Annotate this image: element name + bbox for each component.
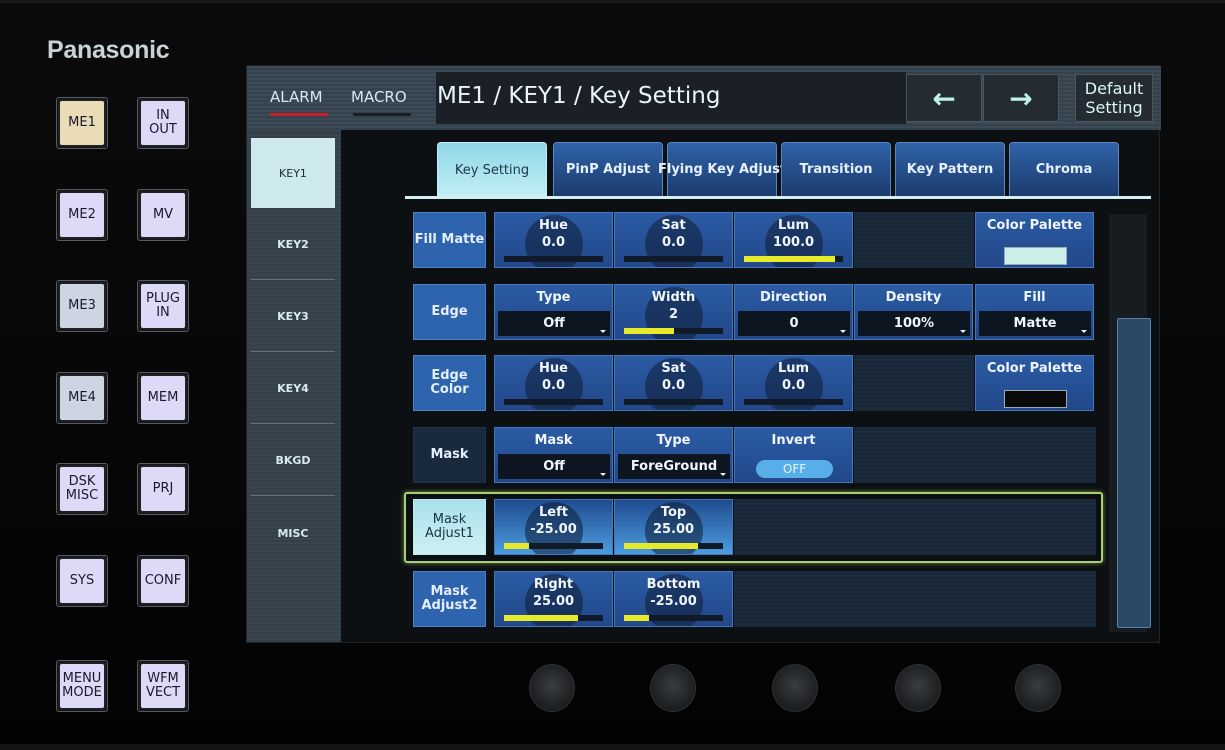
hw-button-in-out[interactable]: IN OUT <box>137 97 189 149</box>
empty-slot <box>734 571 1096 627</box>
mask-adjust1-label[interactable]: Mask Adjust1 <box>413 499 486 555</box>
brand-logo: Panasonic <box>47 36 170 64</box>
hw-button-prj[interactable]: PRJ <box>137 463 189 515</box>
back-button[interactable]: ← <box>906 74 982 122</box>
level-bar <box>624 328 723 334</box>
rotary-encoder-1[interactable] <box>529 664 575 712</box>
arrow-left-icon: ← <box>932 81 956 115</box>
dropdown-caret-icon <box>960 330 966 333</box>
level-bar <box>624 615 723 621</box>
edge-color-palette-button[interactable]: Color Palette <box>975 355 1094 411</box>
edge-width-control[interactable]: Width 2 <box>614 284 733 340</box>
level-bar <box>504 615 603 621</box>
sidebar-item-key3[interactable]: KEY3 <box>251 282 335 352</box>
edge-sat-control[interactable]: Sat 0.0 <box>614 355 733 411</box>
sidebar-item-key4[interactable]: KEY4 <box>251 354 335 424</box>
hw-button-menu-mode[interactable]: MENU MODE <box>56 660 108 712</box>
page-title: ME1 / KEY1 / Key Setting <box>437 83 721 109</box>
macro-indicator <box>353 113 411 116</box>
edge-hue-control[interactable]: Hue 0.0 <box>494 355 613 411</box>
edge-color-label[interactable]: Edge Color <box>413 355 486 411</box>
edge-direction-dropdown[interactable]: Direction 0 <box>734 284 853 340</box>
mask-type-dropdown[interactable]: Type ForeGround <box>614 427 733 483</box>
hw-button-me2[interactable]: ME2 <box>56 189 108 241</box>
fill-sat-control[interactable]: Sat 0.0 <box>614 212 733 268</box>
tab-transition[interactable]: Transition <box>781 142 891 196</box>
level-bar <box>624 399 723 405</box>
hw-button-mv[interactable]: MV <box>137 189 189 241</box>
edge-fill-dropdown[interactable]: Fill Matte <box>975 284 1094 340</box>
hw-button-me1[interactable]: ME1 <box>56 97 108 149</box>
mask-left-control[interactable]: Left -25.00 <box>494 499 613 555</box>
mask-adjust2-label[interactable]: Mask Adjust2 <box>413 571 486 627</box>
dropdown-caret-icon <box>600 473 606 476</box>
mask-label[interactable]: Mask <box>413 427 486 483</box>
mask-invert-control[interactable]: Invert OFF <box>734 427 853 483</box>
level-bar <box>744 399 843 405</box>
alarm-indicator <box>270 113 328 116</box>
sidebar-item-misc[interactable]: MISC <box>251 498 335 568</box>
touch-screen: ALARM MACRO ME1 / KEY1 / Key Setting ← →… <box>246 65 1161 643</box>
tab-key-setting[interactable]: Key Setting <box>437 142 547 198</box>
dropdown-caret-icon <box>600 330 606 333</box>
dropdown-caret-icon <box>840 330 846 333</box>
macro-button[interactable]: MACRO <box>351 88 407 106</box>
edge-density-dropdown[interactable]: Density 100% <box>854 284 973 340</box>
hw-button-dsk-misc[interactable]: DSK MISC <box>56 463 108 515</box>
fill-hue-control[interactable]: Hue 0.0 <box>494 212 613 268</box>
rotary-encoder-4[interactable] <box>895 664 941 712</box>
dropdown-caret-icon <box>1081 330 1087 333</box>
empty-slot <box>854 427 1096 483</box>
fill-color-palette-button[interactable]: Color Palette <box>975 212 1094 268</box>
mask-top-control[interactable]: Top 25.00 <box>614 499 733 555</box>
hw-button-sys[interactable]: SYS <box>56 555 108 607</box>
fill-lum-control[interactable]: Lum 100.0 <box>734 212 853 268</box>
rotary-encoder-5[interactable] <box>1015 664 1061 712</box>
edge-type-dropdown[interactable]: Type Off <box>494 284 613 340</box>
sidebar-item-key1[interactable]: KEY1 <box>251 138 335 208</box>
mask-mode-dropdown[interactable]: Mask Off <box>494 427 613 483</box>
switcher-control-panel: Panasonic ME1 IN OUT ME2 MV ME3 PLUG IN … <box>0 0 1225 750</box>
tab-pinp-adjust[interactable]: PinP Adjust <box>553 142 663 196</box>
edge-lum-control[interactable]: Lum 0.0 <box>734 355 853 411</box>
color-swatch <box>1004 247 1067 265</box>
dropdown-caret-icon <box>720 473 726 476</box>
tab-flying-key-adjust[interactable]: Flying Key Adjust <box>658 142 786 196</box>
hw-button-me4[interactable]: ME4 <box>56 372 108 424</box>
sidebar-item-bkgd[interactable]: BKGD <box>251 426 335 496</box>
scrollbar-thumb[interactable] <box>1117 318 1151 628</box>
mask-bottom-control[interactable]: Bottom -25.00 <box>614 571 733 627</box>
default-setting-button[interactable]: Default Setting <box>1075 74 1153 122</box>
alarm-button[interactable]: ALARM <box>270 88 323 106</box>
tab-underline <box>405 196 1151 199</box>
fill-matte-label[interactable]: Fill Matte <box>413 212 486 268</box>
hw-button-wfm-vect[interactable]: WFM VECT <box>137 660 189 712</box>
sidebar: KEY1 KEY2 KEY3 KEY4 BKGD MISC <box>247 130 341 642</box>
hw-button-conf[interactable]: CONF <box>137 555 189 607</box>
invert-toggle[interactable]: OFF <box>756 460 833 478</box>
tab-chroma[interactable]: Chroma <box>1009 142 1119 196</box>
hw-button-mem[interactable]: MEM <box>137 372 189 424</box>
level-bar <box>504 399 603 405</box>
edge-label[interactable]: Edge <box>413 284 486 340</box>
empty-slot <box>734 499 1096 555</box>
forward-button[interactable]: → <box>983 74 1059 122</box>
rotary-encoder-3[interactable] <box>772 664 818 712</box>
level-bar <box>504 543 603 549</box>
empty-slot <box>854 355 974 411</box>
level-bar <box>624 256 723 262</box>
color-swatch <box>1004 390 1067 408</box>
arrow-right-icon: → <box>1009 81 1033 115</box>
tab-key-pattern[interactable]: Key Pattern <box>895 142 1005 196</box>
level-bar <box>744 256 843 262</box>
hw-button-plug-in[interactable]: PLUG IN <box>137 280 189 332</box>
hw-button-me3[interactable]: ME3 <box>56 280 108 332</box>
rotary-encoder-2[interactable] <box>650 664 696 712</box>
level-bar <box>624 543 723 549</box>
mask-right-control[interactable]: Right 25.00 <box>494 571 613 627</box>
level-bar <box>504 256 603 262</box>
header-bar: ALARM MACRO ME1 / KEY1 / Key Setting ← →… <box>247 66 1161 130</box>
empty-slot <box>854 212 974 268</box>
sidebar-item-key2[interactable]: KEY2 <box>251 210 335 280</box>
